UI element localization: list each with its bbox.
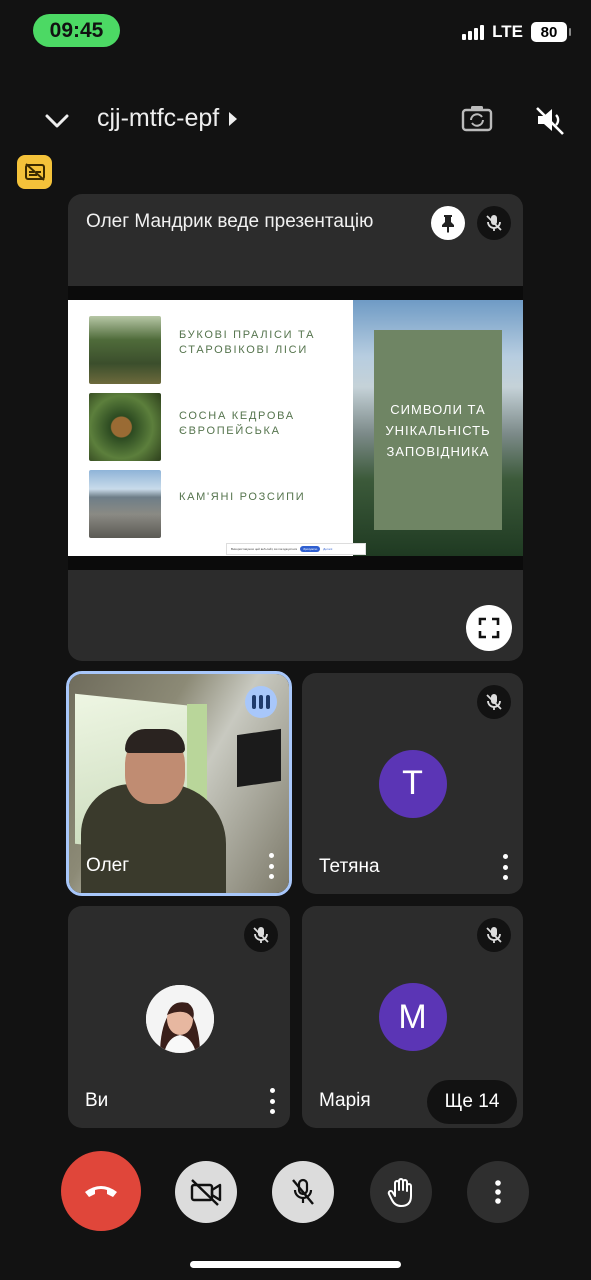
captions-off-icon xyxy=(24,163,45,181)
participant-name: Олег xyxy=(86,855,130,876)
switch-camera-icon[interactable] xyxy=(460,102,494,136)
fullscreen-button[interactable] xyxy=(466,605,512,651)
fullscreen-icon xyxy=(478,617,500,639)
home-indicator[interactable] xyxy=(190,1261,401,1268)
mic-off-icon xyxy=(486,215,502,231)
mic-off-icon xyxy=(253,927,269,943)
mountain-image: СИМВОЛИ ТА УНІКАЛЬНІСТЬ ЗАПОВІДНИКА xyxy=(353,300,523,556)
muted-indicator xyxy=(477,685,511,719)
more-options-icon[interactable] xyxy=(501,854,509,880)
pin-button[interactable] xyxy=(431,206,465,240)
more-options-button[interactable] xyxy=(467,1161,529,1223)
slide: БУКОВІ ПРАЛІСИ ТА СТАРОВІКОВІ ЛІСИ СОСНА… xyxy=(68,300,523,556)
presentation-card[interactable]: Олег Мандрик веде презентацію БУКОВІ ПРА… xyxy=(68,194,523,661)
presentation-title: Олег Мандрик веде презентацію xyxy=(86,211,374,232)
slide-title-panel: СИМВОЛИ ТА УНІКАЛЬНІСТЬ ЗАПОВІДНИКА xyxy=(374,330,502,530)
avatar: M xyxy=(378,983,447,1051)
raise-hand-button[interactable] xyxy=(370,1161,432,1223)
profile-photo xyxy=(146,985,214,1053)
slide-title-line-1: СИМВОЛИ ТА xyxy=(390,401,486,417)
muted-indicator xyxy=(244,918,278,952)
slide-item-3: КАМ'ЯНІ РОЗСИПИ xyxy=(179,491,306,503)
collapse-chevron-icon[interactable] xyxy=(40,104,74,138)
mic-off-icon xyxy=(486,927,502,943)
signal-icon xyxy=(462,24,485,40)
muted-indicator xyxy=(477,918,511,952)
end-call-icon xyxy=(85,1186,117,1197)
slide-item-1: БУКОВІ ПРАЛІСИ ТА СТАРОВІКОВІ ЛІСИ xyxy=(179,329,316,356)
more-options-icon[interactable] xyxy=(267,853,275,879)
presenter-muted-indicator xyxy=(477,206,511,240)
more-vert-icon xyxy=(495,1180,501,1204)
more-participants-button[interactable]: Ще 14 xyxy=(427,1080,517,1124)
mic-off-icon xyxy=(292,1178,314,1205)
participant-tile-tetyana[interactable]: T Тетяна xyxy=(302,673,523,894)
stone-scree-image xyxy=(89,470,161,538)
participant-tile-oleg[interactable]: Олег xyxy=(66,671,292,896)
raise-hand-icon xyxy=(387,1178,412,1207)
speaking-indicator-icon xyxy=(245,686,277,718)
beech-forest-image xyxy=(89,316,161,384)
network-type: LTE xyxy=(492,22,523,41)
captions-off-badge[interactable] xyxy=(17,155,52,189)
participant-tile-self[interactable]: Ви xyxy=(68,906,290,1128)
cookie-link: Деталі xyxy=(323,547,333,551)
mic-toggle-button[interactable] xyxy=(272,1161,334,1223)
battery-icon: 80 xyxy=(531,22,571,42)
cookie-bar: Використовуючи цей веб-сайт, ви погоджує… xyxy=(226,543,366,555)
meeting-code: cjj-mtfc-epf xyxy=(97,104,220,132)
end-call-button[interactable] xyxy=(61,1151,141,1231)
participant-name: Марія xyxy=(319,1090,371,1111)
avatar xyxy=(146,985,214,1053)
pine-cone-image xyxy=(89,393,161,461)
slide-item-2: СОСНА КЕДРОВА ЄВРОПЕЙСЬКА xyxy=(179,410,295,437)
wall-monitor xyxy=(237,728,281,788)
more-options-icon[interactable] xyxy=(268,1088,276,1114)
camera-off-icon xyxy=(190,1179,222,1206)
cookie-text: Використовуючи цей веб-сайт, ви погоджує… xyxy=(231,547,298,551)
mic-off-icon xyxy=(486,694,502,710)
participant-name: Ви xyxy=(85,1090,109,1111)
slide-title-line-3: ЗАПОВІДНИКА xyxy=(386,443,490,459)
person-hair xyxy=(125,729,185,753)
pin-icon xyxy=(442,215,454,233)
battery-level: 80 xyxy=(540,23,558,41)
meeting-info-button[interactable]: cjj-mtfc-epf xyxy=(97,104,238,133)
camera-toggle-button[interactable] xyxy=(175,1161,237,1223)
participant-name: Тетяна xyxy=(319,856,380,877)
status-indicators: LTE 80 xyxy=(462,22,571,42)
cookie-accept: Зрозуміло xyxy=(300,546,321,552)
shared-screen: БУКОВІ ПРАЛІСИ ТА СТАРОВІКОВІ ЛІСИ СОСНА… xyxy=(68,286,523,570)
slide-title-line-2: УНІКАЛЬНІСТЬ xyxy=(385,422,491,438)
chevron-right-icon xyxy=(229,111,238,126)
avatar: T xyxy=(378,749,447,818)
status-time: 09:45 xyxy=(33,14,120,47)
speaker-off-icon[interactable] xyxy=(532,102,568,138)
